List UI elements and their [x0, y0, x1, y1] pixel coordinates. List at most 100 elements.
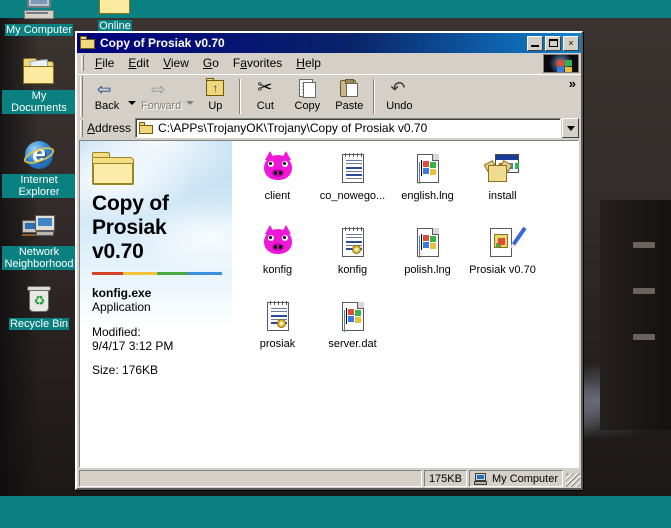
menu-label-rest: ile [102, 56, 115, 70]
config-document-icon [261, 300, 295, 334]
language-flag-icon [336, 300, 370, 334]
windows-logo-icon[interactable] [543, 53, 579, 73]
menu-item-help[interactable]: Help [289, 54, 328, 72]
address-input[interactable]: C:\APPs\TrojanyOK\Trojany\Copy of Prosia… [135, 118, 561, 138]
desktop-icon-label: Internet Explorer [2, 174, 76, 198]
info-pane: Copy of Prosiak v0.70 konfig.exe Applica… [80, 141, 232, 467]
file-name: install [488, 190, 517, 202]
toolbar-grip[interactable] [80, 76, 83, 117]
file-item-prosiak-exe[interactable]: Prosiak v0.70 [465, 223, 540, 297]
menu-item-edit[interactable]: Edit [121, 54, 156, 72]
file-item-polish-lng[interactable]: polish.lng [390, 223, 465, 297]
desktop-icon-my-computer[interactable]: My Computer [2, 0, 76, 36]
language-flag-icon [411, 226, 445, 260]
menu-label-rest: iew [170, 56, 189, 70]
config-document-icon [336, 226, 370, 260]
menu-bar: File Edit View Go Favorites Help [77, 53, 581, 74]
folder-icon [139, 121, 154, 135]
copy-documents-icon [295, 78, 319, 100]
desktop-icon-label: Recycle Bin [8, 318, 70, 330]
toolbar-button-label: Undo [386, 100, 413, 112]
menu-item-view[interactable]: View [156, 54, 196, 72]
computer-icon [473, 472, 488, 485]
file-item-install[interactable]: install [465, 149, 540, 223]
minimize-button[interactable] [527, 35, 543, 51]
toolbar-separator [373, 79, 376, 114]
file-item-prosiak-ini[interactable]: prosiak [240, 297, 315, 371]
desktop-icon-internet-explorer[interactable]: e Internet Explorer [2, 140, 76, 198]
window-titlebar[interactable]: Copy of Prosiak v0.70 × [77, 33, 581, 53]
address-value: C:\APPs\TrojanyOK\Trojany\Copy of Prosia… [158, 121, 428, 135]
menu-item-go[interactable]: Go [196, 54, 226, 72]
file-item-konfig-exe[interactable]: konfig [240, 223, 315, 297]
toolbar-back-dropdown[interactable] [128, 76, 136, 117]
file-item-client[interactable]: client [240, 149, 315, 223]
desktop-icon-label: My Computer [4, 24, 74, 36]
wallpaper-cabinet [600, 200, 671, 430]
file-list-pane[interactable]: client co_nowego... english.lng install … [232, 141, 578, 467]
toolbar-cut-button[interactable]: ✂ Cut [244, 76, 286, 117]
toolbar-undo-button[interactable]: ↶ Undo [378, 76, 420, 117]
text-document-icon [336, 152, 370, 186]
info-file-type: Application [92, 300, 151, 314]
toolbar-paste-button[interactable]: Paste [328, 76, 370, 117]
forward-arrow-icon: ⇨ [151, 80, 166, 99]
file-name: Prosiak v0.70 [469, 264, 536, 276]
menu-grip[interactable] [81, 55, 84, 71]
status-zone: My Computer [468, 470, 563, 487]
file-item-konfig-ini[interactable]: konfig [315, 223, 390, 297]
file-name: prosiak [259, 338, 296, 350]
close-button[interactable]: × [563, 35, 579, 51]
status-zone-label: My Computer [491, 472, 558, 485]
info-selected-filename: konfig.exe [92, 286, 152, 300]
file-item-server-dat[interactable]: server.dat [315, 297, 390, 371]
menu-label-rest: o [212, 56, 219, 70]
desktop-icon-label: My Documents [2, 90, 76, 114]
menu-label-rest: elp [304, 56, 321, 70]
folder-icon [98, 0, 132, 18]
explorer-window: Copy of Prosiak v0.70 × File Edit View G… [75, 31, 583, 490]
menu-item-file[interactable]: File [88, 54, 121, 72]
desktop-icon-label: Network Neighborhood [2, 246, 76, 270]
recycle-bin-icon: ♻ [22, 284, 56, 316]
undo-arrow-icon: ↶ [390, 78, 406, 98]
desktop-icon-my-documents[interactable]: My Documents [2, 56, 76, 114]
toolbar-up-button[interactable]: ↑ Up [194, 76, 236, 117]
file-name: konfig [337, 264, 368, 276]
toolbar-overflow-button[interactable]: » [566, 76, 579, 91]
desktop-icon-online[interactable]: Online [78, 0, 152, 32]
documents-folder-icon [22, 56, 56, 88]
file-name: co_nowego... [319, 190, 386, 202]
toolbar-button-label: Back [94, 100, 120, 112]
back-arrow-icon: ⇦ [97, 80, 112, 99]
address-grip[interactable] [80, 119, 83, 137]
toolbar-forward-dropdown[interactable] [186, 76, 195, 117]
desktop: My Computer My Documents e Internet Expl… [0, 0, 671, 528]
address-dropdown-button[interactable] [562, 118, 579, 138]
menu-item-favorites[interactable]: Favorites [226, 54, 289, 72]
rainbow-divider [92, 272, 222, 275]
status-size: 175KB [423, 470, 467, 487]
file-item-english-lng[interactable]: english.lng [390, 149, 465, 223]
file-item-co-nowego[interactable]: co_nowego... [315, 149, 390, 223]
pig-icon [261, 225, 295, 260]
desktop-icon-recycle-bin[interactable]: ♻ Recycle Bin [2, 284, 76, 330]
menu-label-rest: dit [136, 56, 150, 70]
pig-icon [261, 151, 295, 186]
toolbar-forward-button[interactable]: ⇨ Forward [136, 76, 186, 117]
file-name: server.dat [328, 338, 377, 350]
file-name: polish.lng [404, 264, 451, 276]
maximize-button[interactable] [545, 35, 561, 51]
resize-grip[interactable] [566, 473, 580, 487]
explorer-client-area: Copy of Prosiak v0.70 konfig.exe Applica… [79, 140, 579, 468]
menu-label-rest: vorites [246, 56, 283, 70]
file-name: konfig [262, 264, 293, 276]
internet-explorer-icon: e [21, 140, 57, 172]
desktop-icon-network-neighborhood[interactable]: Network Neighborhood [2, 212, 76, 270]
up-folder-icon: ↑ [203, 78, 227, 100]
toolbar-copy-button[interactable]: Copy [286, 76, 328, 117]
toolbar-button-label: Paste [335, 100, 364, 112]
toolbar-back-button[interactable]: ⇦ Back [86, 76, 128, 117]
status-bar: 175KB My Computer [77, 468, 581, 488]
network-icon [22, 212, 56, 244]
